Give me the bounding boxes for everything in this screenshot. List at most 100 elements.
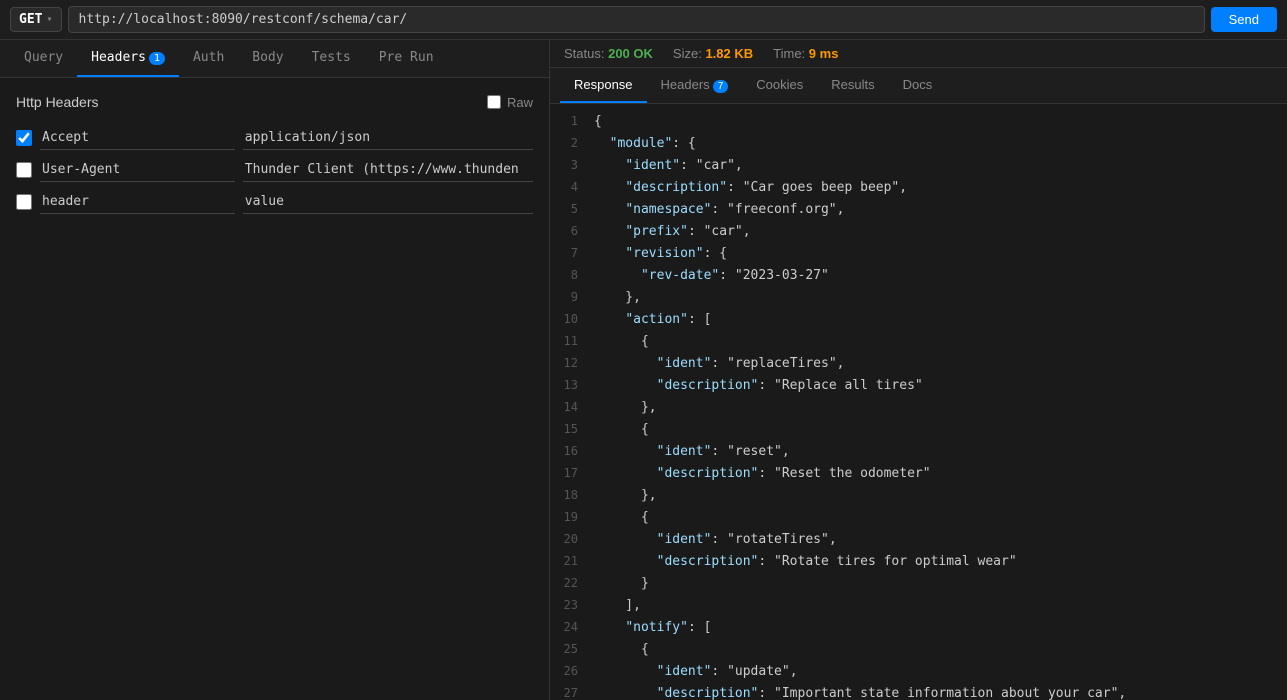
line-content: "ident": "rotateTires", xyxy=(594,530,1279,551)
line-content: }, xyxy=(594,398,1279,419)
line-content: } xyxy=(594,574,1279,595)
json-line: 19 { xyxy=(550,508,1287,530)
left-tab-bar: Query Headers1 Auth Body Tests Pre Run xyxy=(0,40,549,78)
json-line: 3 "ident": "car", xyxy=(550,156,1287,178)
line-number: 3 xyxy=(558,156,594,175)
header-key-1[interactable] xyxy=(40,126,235,150)
line-content: "description": "Reset the odometer" xyxy=(594,464,1279,485)
response-tab-bar: Response Headers7 Cookies Results Docs xyxy=(550,68,1287,104)
line-number: 2 xyxy=(558,134,594,153)
chevron-down-icon: ▾ xyxy=(46,14,52,25)
tab-query[interactable]: Query xyxy=(10,40,77,77)
header-key-3[interactable] xyxy=(40,190,235,214)
json-line: 25 { xyxy=(550,640,1287,662)
json-line: 27 "description": "Important state infor… xyxy=(550,684,1287,700)
json-line: 12 "ident": "replaceTires", xyxy=(550,354,1287,376)
line-number: 16 xyxy=(558,442,594,461)
header-checkbox-3[interactable] xyxy=(16,194,32,210)
header-value-3[interactable] xyxy=(243,190,533,214)
line-content: "description": "Replace all tires" xyxy=(594,376,1279,397)
line-content: "description": "Important state informat… xyxy=(594,684,1279,700)
json-line: 7 "revision": { xyxy=(550,244,1287,266)
json-line: 18 }, xyxy=(550,486,1287,508)
json-line: 22 } xyxy=(550,574,1287,596)
left-content: Http Headers Raw xyxy=(0,78,549,700)
line-content: }, xyxy=(594,288,1279,309)
size-value: 1.82 KB xyxy=(705,46,753,61)
line-number: 26 xyxy=(558,662,594,681)
line-content: "ident": "update", xyxy=(594,662,1279,683)
method-dropdown[interactable]: GET ▾ xyxy=(10,7,62,32)
line-number: 21 xyxy=(558,552,594,571)
line-number: 4 xyxy=(558,178,594,197)
line-number: 7 xyxy=(558,244,594,263)
tab-tests[interactable]: Tests xyxy=(298,40,365,77)
line-content: "description": "Rotate tires for optimal… xyxy=(594,552,1279,573)
header-key-2[interactable] xyxy=(40,158,235,182)
time-label: Time: xyxy=(773,46,805,61)
status-label: Status: xyxy=(564,46,604,61)
line-number: 27 xyxy=(558,684,594,700)
line-number: 24 xyxy=(558,618,594,637)
headers-badge: 1 xyxy=(149,52,165,65)
json-line: 9 }, xyxy=(550,288,1287,310)
line-number: 9 xyxy=(558,288,594,307)
line-number: 8 xyxy=(558,266,594,285)
url-input[interactable] xyxy=(68,6,1205,33)
line-number: 20 xyxy=(558,530,594,549)
right-panel: Status: 200 OK Size: 1.82 KB Time: 9 ms … xyxy=(550,40,1287,700)
line-content: "ident": "car", xyxy=(594,156,1279,177)
header-value-2[interactable] xyxy=(243,158,533,182)
line-number: 19 xyxy=(558,508,594,527)
raw-label: Raw xyxy=(507,95,533,110)
header-value-1[interactable] xyxy=(243,126,533,150)
line-content: ], xyxy=(594,596,1279,617)
json-viewer[interactable]: 1{2 "module": {3 "ident": "car",4 "descr… xyxy=(550,104,1287,700)
tab-prerun[interactable]: Pre Run xyxy=(365,40,448,77)
raw-checkbox-input[interactable] xyxy=(487,95,501,109)
line-content: "prefix": "car", xyxy=(594,222,1279,243)
line-content: "description": "Car goes beep beep", xyxy=(594,178,1279,199)
tab-auth[interactable]: Auth xyxy=(179,40,238,77)
line-number: 18 xyxy=(558,486,594,505)
line-content: }, xyxy=(594,486,1279,507)
json-line: 15 { xyxy=(550,420,1287,442)
json-line: 8 "rev-date": "2023-03-27" xyxy=(550,266,1287,288)
tab-headers[interactable]: Headers1 xyxy=(77,40,179,77)
time-value: 9 ms xyxy=(809,46,839,61)
line-number: 6 xyxy=(558,222,594,241)
raw-toggle[interactable]: Raw xyxy=(487,95,533,110)
tab-response-headers[interactable]: Headers7 xyxy=(647,68,743,103)
time-item: Time: 9 ms xyxy=(773,46,838,61)
method-label: GET xyxy=(19,12,42,27)
left-panel: Query Headers1 Auth Body Tests Pre Run H… xyxy=(0,40,550,700)
line-number: 17 xyxy=(558,464,594,483)
tab-cookies[interactable]: Cookies xyxy=(742,68,817,103)
json-line: 5 "namespace": "freeconf.org", xyxy=(550,200,1287,222)
size-label: Size: xyxy=(673,46,702,61)
tab-docs[interactable]: Docs xyxy=(889,68,947,103)
line-number: 23 xyxy=(558,596,594,615)
header-checkbox-2[interactable] xyxy=(16,162,32,178)
line-content: "notify": [ xyxy=(594,618,1279,639)
tab-results[interactable]: Results xyxy=(817,68,888,103)
json-line: 21 "description": "Rotate tires for opti… xyxy=(550,552,1287,574)
json-line: 1{ xyxy=(550,112,1287,134)
section-header: Http Headers Raw xyxy=(16,94,533,110)
line-number: 5 xyxy=(558,200,594,219)
json-line: 10 "action": [ xyxy=(550,310,1287,332)
line-number: 25 xyxy=(558,640,594,659)
json-line: 6 "prefix": "car", xyxy=(550,222,1287,244)
json-line: 13 "description": "Replace all tires" xyxy=(550,376,1287,398)
header-row-3 xyxy=(16,190,533,214)
line-content: "ident": "reset", xyxy=(594,442,1279,463)
header-row-2 xyxy=(16,158,533,182)
header-checkbox-1[interactable] xyxy=(16,130,32,146)
json-line: 17 "description": "Reset the odometer" xyxy=(550,464,1287,486)
json-line: 4 "description": "Car goes beep beep", xyxy=(550,178,1287,200)
line-content: "ident": "replaceTires", xyxy=(594,354,1279,375)
line-content: "revision": { xyxy=(594,244,1279,265)
tab-body[interactable]: Body xyxy=(238,40,297,77)
tab-response[interactable]: Response xyxy=(560,68,647,103)
send-button[interactable]: Send xyxy=(1211,7,1277,32)
